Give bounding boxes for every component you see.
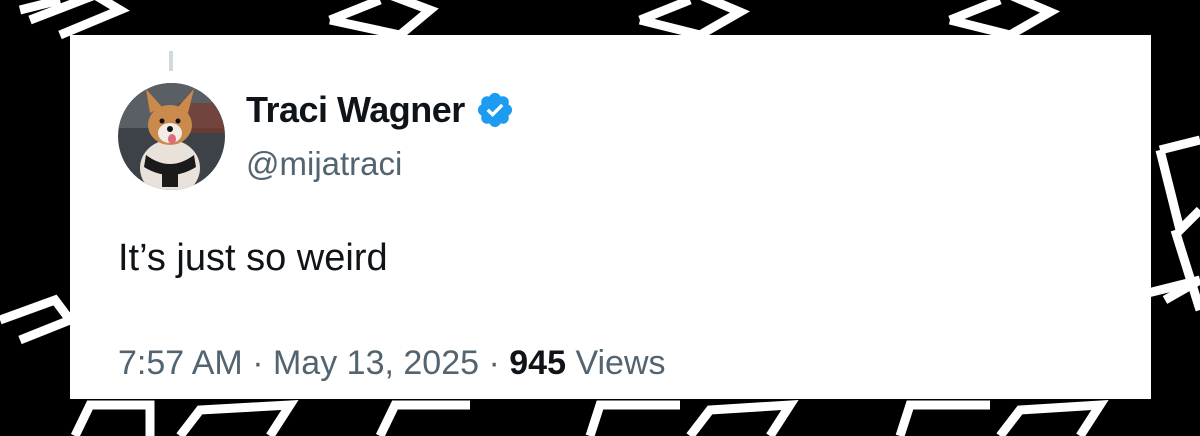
tweet-time[interactable]: 7:57 AM (118, 344, 243, 382)
avatar[interactable] (118, 83, 225, 190)
display-name[interactable]: Traci Wagner (246, 89, 465, 131)
dog-avatar-icon (118, 83, 225, 190)
verified-badge-icon[interactable] (475, 90, 515, 130)
views-count[interactable]: 945 (509, 344, 566, 382)
thread-line (169, 51, 173, 71)
tweet-card[interactable]: Traci Wagner @mijatraci It’s just so wei… (70, 35, 1151, 399)
user-handle[interactable]: @mijatraci (246, 145, 402, 183)
tweet-text: It’s just so weird (118, 237, 388, 279)
tweet-meta: 7:57 AM · May 13, 2025 · 945 Views (118, 344, 666, 383)
tweet-date[interactable]: May 13, 2025 (273, 344, 479, 382)
meta-separator: · (252, 344, 264, 382)
display-name-row: Traci Wagner (246, 87, 515, 133)
meta-separator: · (488, 344, 500, 382)
views-label[interactable]: Views (575, 344, 665, 382)
